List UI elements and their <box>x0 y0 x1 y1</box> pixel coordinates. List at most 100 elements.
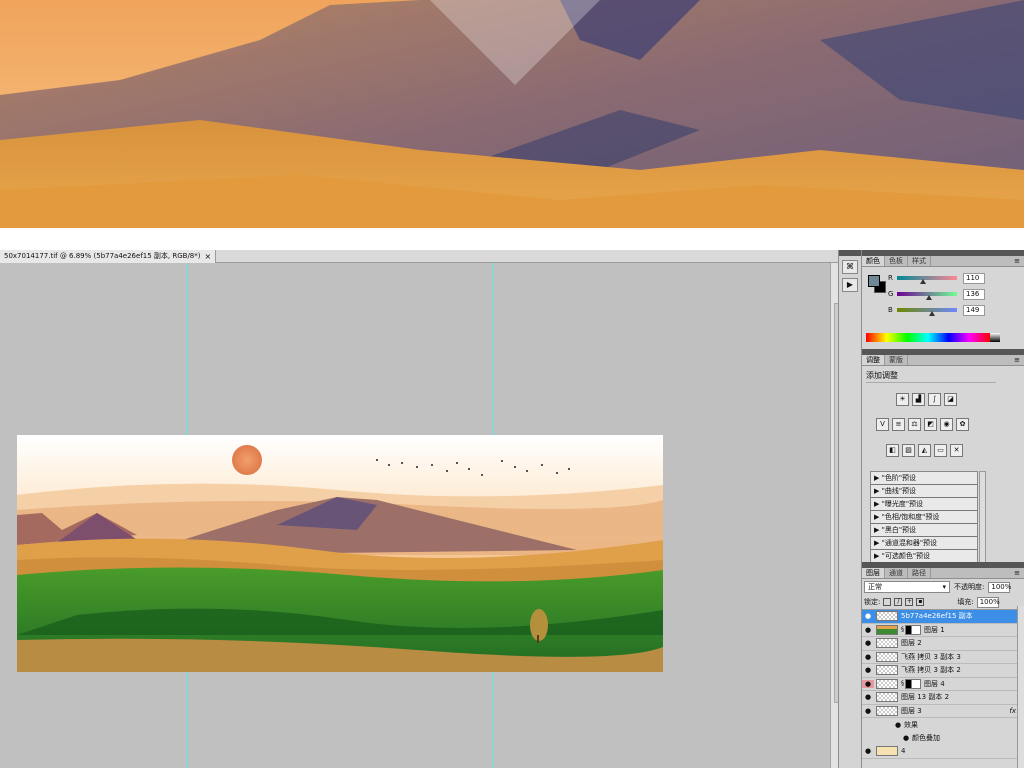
eye-icon[interactable]: ● <box>862 747 874 755</box>
grayscale-ramp[interactable] <box>990 333 1000 342</box>
tab-color[interactable]: 颜色 <box>862 256 885 266</box>
preset-hue-saturation[interactable]: ▶ "色相/饱和度"预设 <box>871 511 977 524</box>
preset-levels[interactable]: ▶ "色阶"预设 <box>871 472 977 485</box>
preset-black-white[interactable]: ▶ "黑白"预设 <box>871 524 977 537</box>
effects-label: 效果 <box>904 720 918 729</box>
layer-row[interactable]: ● 图层 3 fx <box>862 705 1024 718</box>
eye-icon[interactable]: ● <box>862 639 874 647</box>
layer-row[interactable]: ● 图层 2 <box>862 637 1024 651</box>
blue-slider-knob[interactable] <box>929 311 935 316</box>
red-label: R <box>888 274 893 282</box>
layer-thumbnail <box>876 611 898 622</box>
blue-label: B <box>888 306 893 314</box>
eye-icon[interactable]: ● <box>862 653 874 661</box>
preset-curves[interactable]: ▶ "曲线"预设 <box>871 485 977 498</box>
vibrance-icon[interactable]: V <box>876 418 889 431</box>
foreground-color-swatch[interactable] <box>868 275 880 287</box>
exposure-icon[interactable]: ◪ <box>944 393 957 406</box>
layer-row[interactable]: ● 4 <box>862 745 1024 759</box>
red-value-input[interactable]: 110 <box>963 272 985 284</box>
document-tab[interactable]: 50x7014177.tif @ 6.89% (5b77a4e26ef15 副本… <box>0 250 217 263</box>
blue-value-input[interactable]: 149 <box>963 304 985 316</box>
layer-row[interactable]: ● 5b77a4e26ef15 副本 <box>862 610 1024 624</box>
eye-icon[interactable]: ● <box>900 734 912 742</box>
blue-slider-row: B 149 <box>888 304 985 316</box>
layer-mask-thumbnail[interactable] <box>905 624 921 635</box>
effects-row[interactable]: ● 效果 <box>862 718 1024 732</box>
selective-color-icon[interactable]: ✕ <box>950 444 963 457</box>
canvas-scrollbar[interactable] <box>830 263 839 768</box>
gradient-map-icon[interactable]: ▭ <box>934 444 947 457</box>
panel-menu-icon[interactable]: ≡ <box>1014 355 1020 365</box>
chevron-down-icon: ▾ <box>942 583 946 591</box>
levels-icon[interactable]: ▟ <box>912 393 925 406</box>
close-icon[interactable]: × <box>205 250 212 263</box>
layer-thumbnail <box>876 638 898 649</box>
color-panel: R 110 G 136 B 149 <box>862 267 1024 349</box>
layer-name: 5b77a4e26ef15 副本 <box>901 612 973 621</box>
panel-menu-icon[interactable]: ≡ <box>1014 256 1020 266</box>
artwork-canvas[interactable] <box>17 435 663 672</box>
photo-filter-icon[interactable]: ◉ <box>940 418 953 431</box>
curves-icon[interactable]: ∫ <box>928 393 941 406</box>
eye-icon[interactable]: ● <box>892 721 904 729</box>
eye-icon[interactable]: ● <box>862 693 874 701</box>
lock-all-icon[interactable]: ▪ <box>916 598 925 606</box>
history-icon[interactable]: ⌘ <box>842 260 858 274</box>
eye-icon[interactable]: ● <box>862 612 874 620</box>
eye-icon[interactable]: ● <box>862 679 874 688</box>
banner-preview-image <box>0 0 1024 228</box>
lock-position-icon[interactable]: + <box>905 598 914 606</box>
dock-grip[interactable] <box>839 250 861 256</box>
lock-pixels-icon[interactable]: / <box>894 598 903 606</box>
preset-exposure[interactable]: ▶ "曝光度"预设 <box>871 498 977 511</box>
preset-channel-mixer[interactable]: ▶ "通道混和器"预设 <box>871 537 977 550</box>
green-slider[interactable] <box>897 292 957 300</box>
layers-scrollbar[interactable] <box>1017 606 1024 768</box>
layers-panel-tabs: 图层 通道 路径 ≡ <box>862 568 1024 579</box>
fill-input[interactable]: 100% <box>976 596 1000 608</box>
eye-icon[interactable]: ● <box>862 626 874 634</box>
layer-thumbnail <box>876 705 898 716</box>
play-icon[interactable]: ▶ <box>842 278 858 292</box>
layer-row[interactable]: ● 飞燕 拷贝 3 副本 3 <box>862 651 1024 664</box>
blend-mode-select[interactable]: 正常 ▾ <box>864 581 950 593</box>
tab-masks[interactable]: 蒙版 <box>885 355 908 365</box>
tab-swatches[interactable]: 色板 <box>885 256 908 266</box>
channel-mixer-icon[interactable]: ✿ <box>956 418 969 431</box>
black-white-icon[interactable]: ◩ <box>924 418 937 431</box>
invert-icon[interactable]: ◧ <box>886 444 899 457</box>
tab-layers[interactable]: 图层 <box>862 568 885 578</box>
tab-channels[interactable]: 通道 <box>885 568 908 578</box>
effect-name: 颜色叠加 <box>912 734 940 743</box>
tab-paths[interactable]: 路径 <box>908 568 931 578</box>
green-slider-knob[interactable] <box>926 295 932 300</box>
layer-mask-thumbnail[interactable] <box>905 678 921 689</box>
eye-icon[interactable]: ● <box>862 666 874 674</box>
brightness-icon[interactable]: ☀ <box>896 393 909 406</box>
color-balance-icon[interactable]: ⚖ <box>908 418 921 431</box>
posterize-icon[interactable]: ▨ <box>902 444 915 457</box>
layer-row[interactable]: ● 飞燕 拷贝 3 副本 2 <box>862 664 1024 678</box>
layer-row[interactable]: ● § 图层 1 <box>862 624 1024 637</box>
preset-scrollbar[interactable] <box>979 471 986 563</box>
layer-row[interactable]: ● 图层 13 副本 2 <box>862 691 1024 705</box>
tab-styles[interactable]: 样式 <box>908 256 931 266</box>
layer-row[interactable]: ● § 图层 4 <box>862 678 1024 691</box>
eye-icon[interactable]: ● <box>862 707 874 715</box>
layer-effects-icon[interactable]: fx <box>1009 707 1016 715</box>
preset-list: ▶ "色阶"预设 ▶ "曲线"预设 ▶ "曝光度"预设 ▶ "色相/饱和度"预设… <box>870 471 978 563</box>
green-value-input[interactable]: 136 <box>963 288 985 300</box>
red-slider-knob[interactable] <box>920 279 926 284</box>
red-slider[interactable] <box>897 276 957 284</box>
color-overlay-row[interactable]: ● 颜色叠加 <box>862 732 1024 746</box>
lock-transparency-icon[interactable] <box>883 598 892 606</box>
opacity-input[interactable]: 100% <box>988 581 1011 593</box>
blue-slider[interactable] <box>897 308 957 316</box>
color-spectrum-bar[interactable] <box>866 333 990 342</box>
threshold-icon[interactable]: ◭ <box>918 444 931 457</box>
layer-name: 飞燕 拷贝 3 副本 3 <box>901 652 961 661</box>
hue-saturation-icon[interactable]: ≡ <box>892 418 905 431</box>
panel-menu-icon[interactable]: ≡ <box>1014 568 1020 578</box>
tab-adjustments[interactable]: 调整 <box>862 355 885 365</box>
